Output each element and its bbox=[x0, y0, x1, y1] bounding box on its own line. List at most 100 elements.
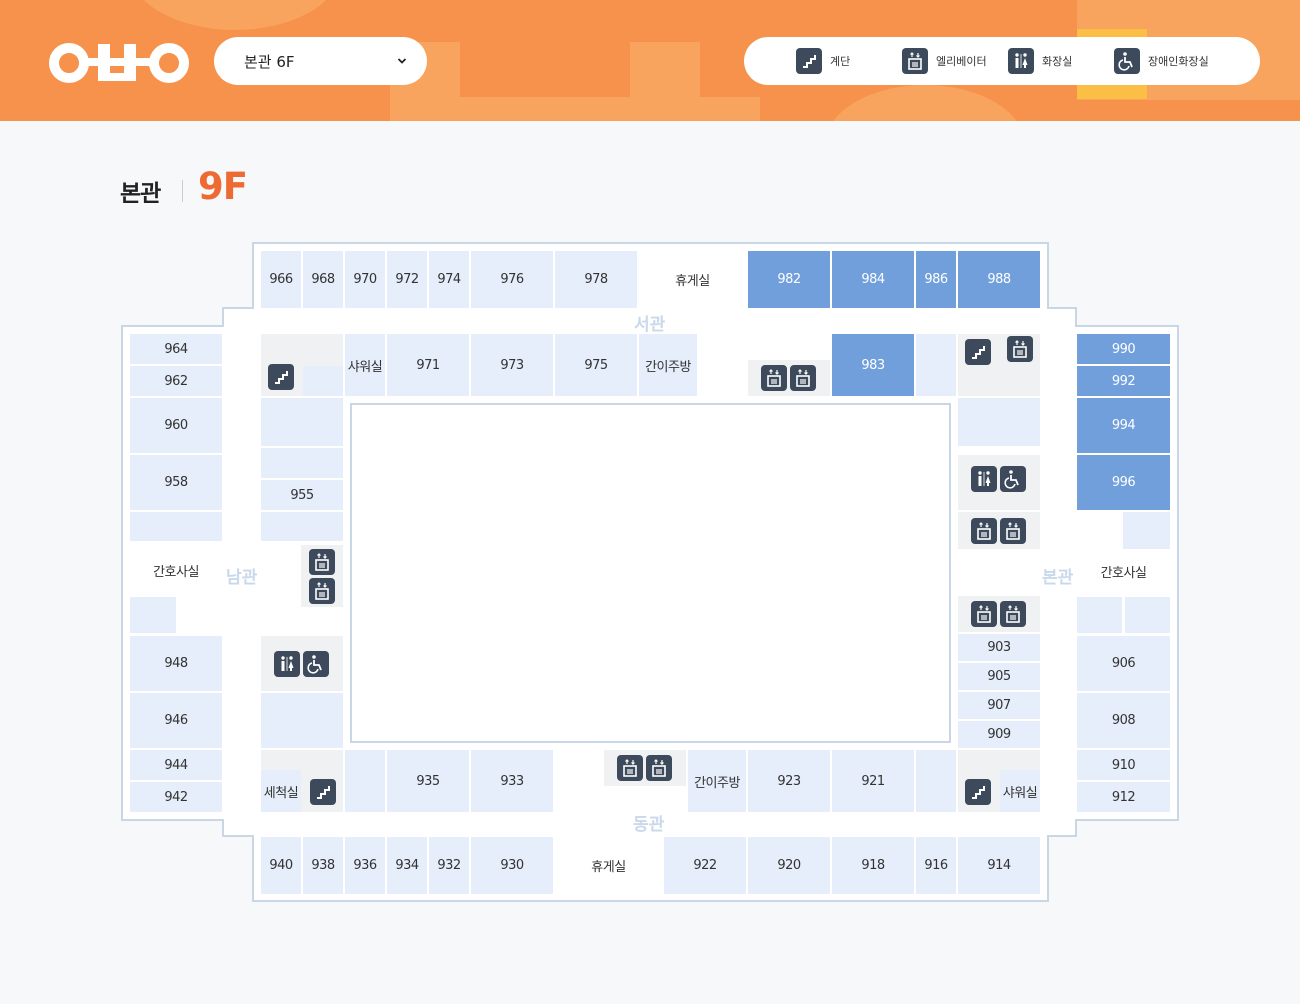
elevator-icon[interactable] bbox=[1000, 518, 1026, 544]
wing-label-north: 서관 bbox=[634, 315, 666, 335]
room-933[interactable]: 933 bbox=[471, 750, 553, 812]
header-decoration bbox=[130, 0, 340, 30]
room-903[interactable]: 903 bbox=[958, 634, 1040, 661]
room-982[interactable]: 982 bbox=[748, 251, 830, 308]
stairs-icon[interactable] bbox=[268, 364, 294, 390]
kitchenette-top[interactable]: 간이주방 bbox=[639, 334, 697, 396]
room-906[interactable]: 906 bbox=[1077, 636, 1170, 691]
restroom-icon[interactable] bbox=[274, 651, 300, 677]
room-unlabeled[interactable] bbox=[130, 597, 176, 633]
accessible-restroom-icon[interactable] bbox=[303, 651, 329, 677]
room-unlabeled[interactable] bbox=[303, 366, 343, 396]
room-932[interactable]: 932 bbox=[429, 837, 469, 894]
room-905[interactable]: 905 bbox=[958, 663, 1040, 690]
room-962[interactable]: 962 bbox=[130, 366, 222, 396]
room-938[interactable]: 938 bbox=[303, 837, 343, 894]
room-978[interactable]: 978 bbox=[555, 251, 637, 308]
room-996[interactable]: 996 bbox=[1077, 455, 1170, 510]
wash-room[interactable]: 세척실 bbox=[261, 770, 301, 812]
room-988[interactable]: 988 bbox=[958, 251, 1040, 308]
room-unlabeled[interactable] bbox=[958, 398, 1040, 446]
nurse-station-right[interactable]: 간호사실 bbox=[1077, 546, 1170, 596]
lounge-top[interactable]: 휴게실 bbox=[639, 251, 746, 308]
hospital-logo[interactable] bbox=[48, 38, 192, 86]
room-908[interactable]: 908 bbox=[1077, 693, 1170, 748]
room-930[interactable]: 930 bbox=[471, 837, 553, 894]
room-984[interactable]: 984 bbox=[832, 251, 914, 308]
restroom-icon[interactable] bbox=[971, 466, 997, 492]
room-976[interactable]: 976 bbox=[471, 251, 553, 308]
room-918[interactable]: 918 bbox=[832, 837, 914, 894]
room-992[interactable]: 992 bbox=[1077, 366, 1170, 396]
room-909[interactable]: 909 bbox=[958, 721, 1040, 748]
room-968[interactable]: 968 bbox=[303, 251, 343, 308]
room-unlabeled[interactable] bbox=[261, 448, 343, 478]
room-974[interactable]: 974 bbox=[429, 251, 469, 308]
floor-select[interactable]: 본관 6F bbox=[214, 37, 427, 85]
room-966[interactable]: 966 bbox=[261, 251, 301, 308]
room-990[interactable]: 990 bbox=[1077, 334, 1170, 364]
room-940[interactable]: 940 bbox=[261, 837, 301, 894]
elevator-icon[interactable] bbox=[761, 365, 787, 391]
room-923[interactable]: 923 bbox=[748, 750, 830, 812]
nurse-station-left[interactable]: 간호사실 bbox=[130, 545, 222, 595]
room-934[interactable]: 934 bbox=[387, 837, 427, 894]
elevator-icon[interactable] bbox=[971, 518, 997, 544]
room-935[interactable]: 935 bbox=[387, 750, 469, 812]
room-994[interactable]: 994 bbox=[1077, 398, 1170, 453]
wing-label-west: 남관 bbox=[226, 568, 258, 588]
room-914[interactable]: 914 bbox=[958, 837, 1040, 894]
elevator-icon[interactable] bbox=[971, 601, 997, 627]
room-946[interactable]: 946 bbox=[130, 693, 222, 748]
room-unlabeled[interactable] bbox=[916, 750, 956, 812]
room-921[interactable]: 921 bbox=[832, 750, 914, 812]
room-970[interactable]: 970 bbox=[345, 251, 385, 308]
shower-room-bottom[interactable]: 샤워실 bbox=[1000, 770, 1040, 812]
room-912[interactable]: 912 bbox=[1077, 782, 1170, 812]
lounge-bottom[interactable]: 휴게실 bbox=[555, 837, 662, 894]
room-960[interactable]: 960 bbox=[130, 398, 222, 453]
room-unlabeled[interactable] bbox=[261, 693, 343, 748]
room-unlabeled[interactable] bbox=[261, 398, 343, 446]
kitchenette-bottom[interactable]: 간이주방 bbox=[688, 750, 746, 812]
room-942[interactable]: 942 bbox=[130, 782, 222, 812]
room-944[interactable]: 944 bbox=[130, 750, 222, 780]
shower-room-top[interactable]: 샤워실 bbox=[345, 334, 385, 396]
room-983[interactable]: 983 bbox=[832, 334, 914, 396]
elevator-icon[interactable] bbox=[617, 755, 643, 781]
room-916[interactable]: 916 bbox=[916, 837, 956, 894]
room-975[interactable]: 975 bbox=[555, 334, 637, 396]
room-936[interactable]: 936 bbox=[345, 837, 385, 894]
stairs-icon[interactable] bbox=[965, 779, 991, 805]
room-973[interactable]: 973 bbox=[471, 334, 553, 396]
room-964[interactable]: 964 bbox=[130, 334, 222, 364]
room-unlabeled[interactable] bbox=[261, 512, 343, 541]
elevator-icon[interactable] bbox=[790, 365, 816, 391]
room-948[interactable]: 948 bbox=[130, 636, 222, 691]
room-958[interactable]: 958 bbox=[130, 455, 222, 510]
room-972[interactable]: 972 bbox=[387, 251, 427, 308]
elevator-icon[interactable] bbox=[309, 578, 335, 604]
elevator-icon[interactable] bbox=[309, 549, 335, 575]
room-unlabeled[interactable] bbox=[130, 512, 222, 541]
room-910[interactable]: 910 bbox=[1077, 750, 1170, 780]
room-920[interactable]: 920 bbox=[748, 837, 830, 894]
elevator-icon[interactable] bbox=[1007, 336, 1033, 362]
elevator-icon[interactable] bbox=[646, 755, 672, 781]
stairs-icon[interactable] bbox=[965, 339, 991, 365]
room-986[interactable]: 986 bbox=[916, 251, 956, 308]
room-unlabeled[interactable] bbox=[1125, 597, 1170, 633]
room-unlabeled[interactable] bbox=[345, 750, 385, 812]
elevator-icon[interactable] bbox=[1000, 601, 1026, 627]
wing-label-east: 본관 bbox=[1042, 568, 1074, 588]
stairs-icon[interactable] bbox=[310, 779, 336, 805]
floor-select-value: 본관 6F bbox=[244, 52, 295, 71]
room-unlabeled[interactable] bbox=[1077, 597, 1122, 633]
room-971[interactable]: 971 bbox=[387, 334, 469, 396]
accessible-restroom-icon[interactable] bbox=[1000, 466, 1026, 492]
room-922[interactable]: 922 bbox=[664, 837, 746, 894]
room-907[interactable]: 907 bbox=[958, 692, 1040, 719]
room-unlabeled[interactable] bbox=[1123, 512, 1170, 549]
room-unlabeled[interactable] bbox=[916, 334, 956, 396]
room-955[interactable]: 955 bbox=[261, 480, 343, 510]
